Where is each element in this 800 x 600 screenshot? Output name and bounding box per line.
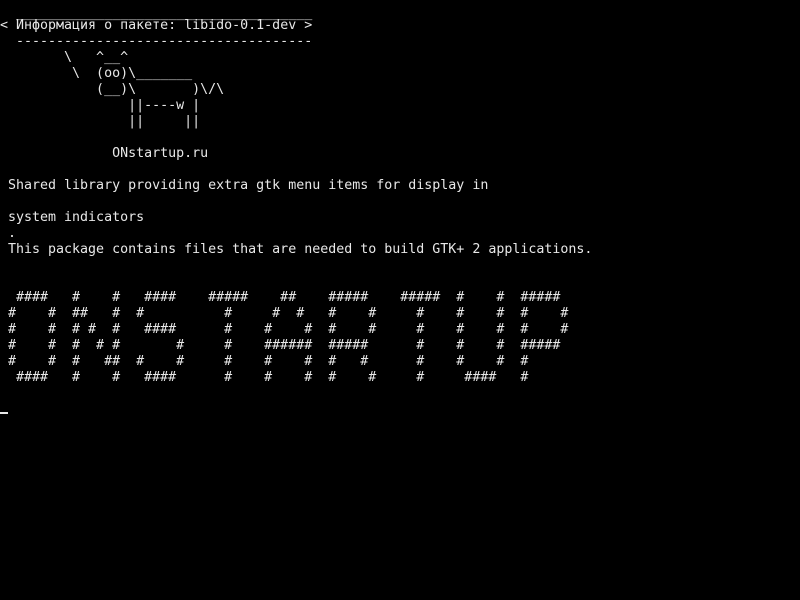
cow-art-line: (__)\ )\/\ — [8, 82, 225, 97]
cow-art-line: || || — [8, 114, 201, 129]
banner-row: # # # # # # # ###### ##### # # # ##### — [8, 338, 561, 353]
speech-bubble-message: < Информация о пакете: libido-0.1-dev > — [0, 18, 313, 33]
terminal-screen[interactable]: _____________________________________ < … — [0, 0, 800, 600]
description-line: This package contains files that are nee… — [8, 242, 593, 257]
description-line: Shared library providing extra gtk menu … — [8, 178, 489, 193]
cow-art-line: \ (oo)\_______ — [8, 66, 193, 81]
site-credit: ONstartup.ru — [8, 146, 209, 161]
text-cursor — [0, 412, 8, 414]
banner-row: # # # # # #### # # # # # # # # # # — [8, 322, 569, 337]
speech-bubble-bottom-border: ------------------------------------- — [8, 34, 313, 49]
banner-row: # # # ## # # # # # # # # # # # — [8, 354, 529, 369]
description-line: system indicators — [8, 210, 145, 225]
cow-art-line: \ ^__^ — [8, 50, 129, 65]
banner-row: #### # # #### # # # # # # #### # — [8, 370, 529, 385]
description-line: . — [8, 226, 17, 241]
cow-art-line: ||----w | — [8, 98, 201, 113]
banner-row: # # ## # # # # # # # # # # # # — [8, 306, 569, 321]
banner-row: #### # # #### ##### ## ##### ##### # # #… — [8, 290, 561, 305]
